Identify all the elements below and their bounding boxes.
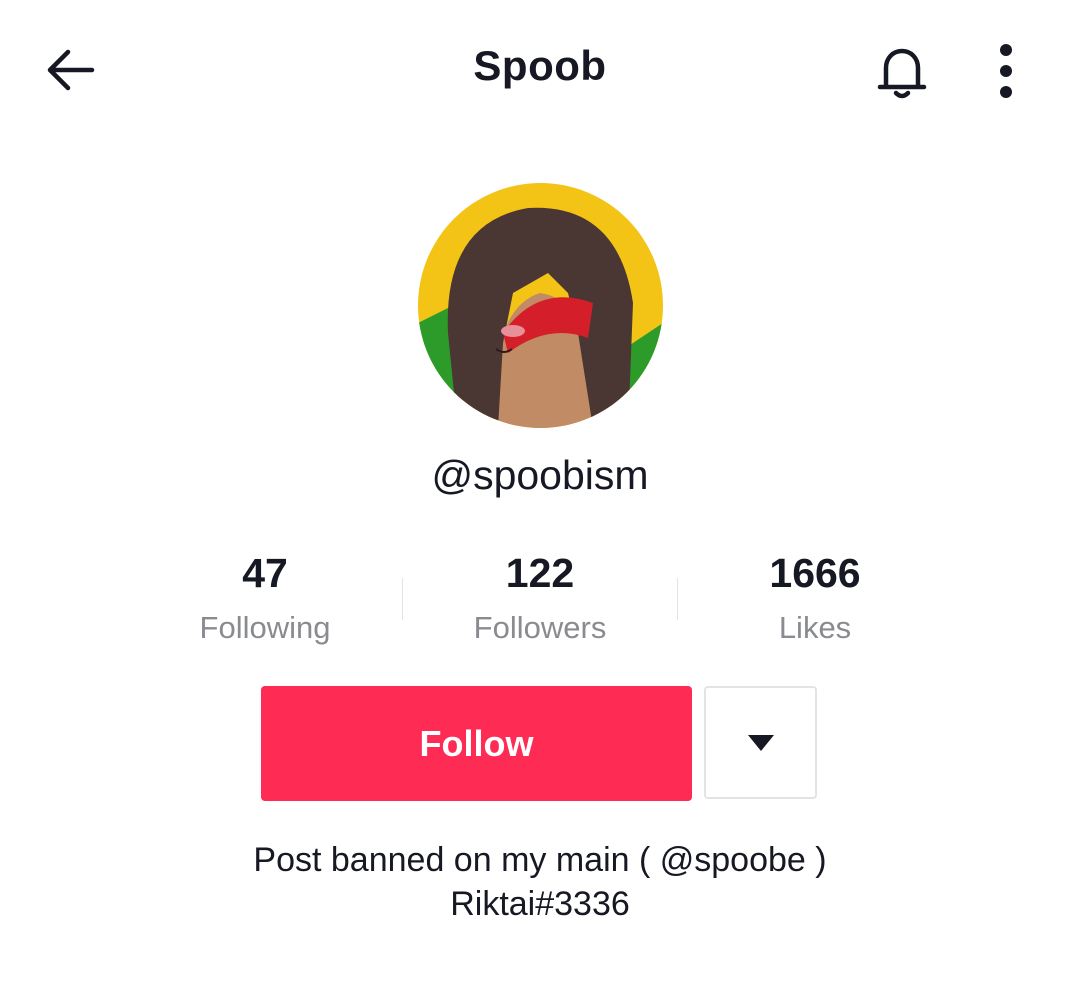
bio: Post banned on my main ( @spoobe ) Rikta…	[0, 838, 1080, 926]
stat-following-label: Following	[199, 610, 331, 645]
bio-line: Post banned on my main ( @spoobe )	[253, 841, 827, 879]
top-bar: Spoob	[0, 0, 1080, 140]
bell-icon	[877, 48, 927, 99]
stat-likes-value: 1666	[769, 550, 861, 596]
avatar-illustration	[418, 183, 663, 428]
username: @spoobism	[431, 452, 649, 498]
more-options-button[interactable]	[980, 40, 1032, 104]
stat-likes-label: Likes	[778, 610, 852, 645]
notification-bell-button[interactable]	[870, 40, 934, 104]
stat-followers[interactable]: 122 Followers	[403, 548, 677, 646]
follow-button-label: Follow	[419, 722, 534, 764]
stat-following-value: 47	[242, 550, 288, 596]
stat-following[interactable]: 47 Following	[128, 548, 402, 646]
more-vertical-icon	[1000, 44, 1012, 98]
caret-down-icon	[747, 734, 774, 751]
stat-likes[interactable]: 1666 Likes	[678, 548, 952, 646]
bio-line: Riktai#3336	[450, 885, 630, 923]
stat-followers-value: 122	[505, 550, 575, 596]
suggested-accounts-dropdown-button[interactable]	[704, 686, 817, 799]
stats-row: 47 Following 122 Followers 1666 Likes	[128, 548, 952, 658]
follow-button[interactable]: Follow	[261, 686, 692, 801]
avatar[interactable]	[418, 183, 663, 428]
stat-followers-label: Followers	[473, 610, 607, 645]
